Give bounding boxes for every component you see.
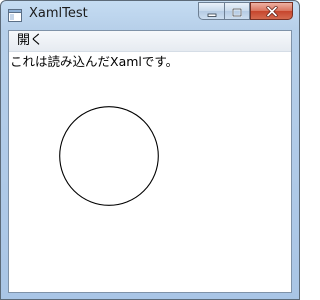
app-window-icon[interactable]	[8, 7, 22, 22]
maximize-button[interactable]	[224, 2, 250, 20]
loaded-xaml-text: これは読み込んだXamlです。	[10, 54, 179, 69]
maximize-icon	[231, 2, 243, 21]
close-icon	[265, 2, 278, 21]
menu-bar: 開く	[9, 31, 291, 52]
application-window: XamlTest 開く これは読み込んだXamlです。	[0, 0, 300, 300]
client-area: 開く これは読み込んだXamlです。	[8, 30, 292, 293]
title-bar[interactable]: XamlTest	[1, 1, 299, 29]
caption-buttons	[198, 2, 293, 21]
menu-item-open[interactable]: 開く	[11, 32, 49, 50]
window-title: XamlTest	[29, 6, 88, 21]
circle-shape	[59, 106, 159, 206]
close-button[interactable]	[250, 2, 293, 20]
minimize-icon	[207, 2, 217, 21]
minimize-button[interactable]	[198, 2, 224, 20]
